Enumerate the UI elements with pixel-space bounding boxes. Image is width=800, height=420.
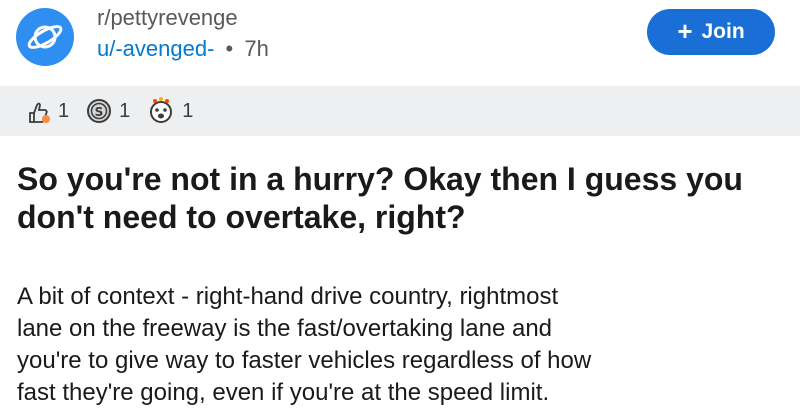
post-body-line: lane on the freeway is the fast/overtaki… xyxy=(17,315,553,342)
post-meta: u/-avenged- • 7h xyxy=(97,36,269,62)
award-count: 1 xyxy=(182,99,194,122)
award-item[interactable]: S 1 xyxy=(85,97,130,125)
hugz-award-icon xyxy=(150,97,173,123)
awards-bar: 1 S 1 1 xyxy=(0,86,800,136)
silver-award-icon: S xyxy=(87,99,112,123)
plus-icon: + xyxy=(677,16,693,46)
award-item[interactable]: 1 xyxy=(24,97,69,125)
post-body: A bit of context - right-hand drive coun… xyxy=(17,281,787,409)
author-username[interactable]: u/-avenged- xyxy=(97,36,214,61)
join-label: Join xyxy=(701,20,745,43)
svg-text:S: S xyxy=(95,105,104,119)
post-header: r/pettyrevenge u/-avenged- • 7h + Join xyxy=(0,0,800,86)
post-body-line: A bit of context - right-hand drive coun… xyxy=(17,283,559,310)
planet-icon xyxy=(27,25,63,49)
subreddit-name[interactable]: r/pettyrevenge xyxy=(97,5,238,31)
wholesome-award-icon xyxy=(29,102,50,123)
post-age: 7h xyxy=(244,36,269,61)
post-title[interactable]: So you're not in a hurry? Okay then I gu… xyxy=(17,160,787,236)
award-count: 1 xyxy=(119,99,131,122)
subreddit-avatar[interactable] xyxy=(16,8,74,66)
post-body-line: fast they're going, even if you're at th… xyxy=(17,379,550,406)
post-body-line: you're to give way to faster vehicles re… xyxy=(17,347,592,374)
meta-separator: • xyxy=(225,36,234,61)
join-button[interactable]: + Join xyxy=(647,9,775,55)
award-item[interactable]: 1 xyxy=(146,96,193,126)
award-count: 1 xyxy=(58,99,70,122)
